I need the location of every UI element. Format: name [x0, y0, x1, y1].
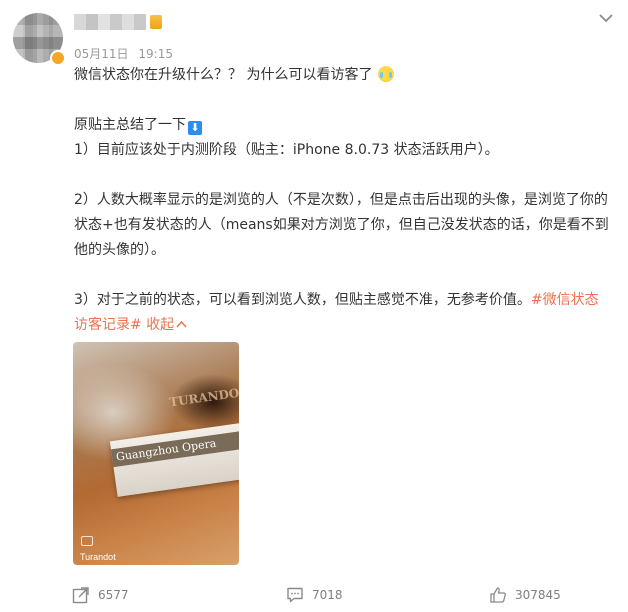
comment-icon	[287, 587, 303, 603]
point-3-text: 3）对于之前的状态，可以看到浏览人数，但贴主感觉不准，无参考价值。	[74, 292, 531, 308]
verified-badge-icon	[50, 50, 66, 66]
post-text: 微信状态你在升级什么？？ 为什么可以看访客了 原贴主总结了一下 ⬇ 1）目前应该处…	[74, 63, 614, 338]
photo-caption: Turandot	[80, 552, 116, 562]
post-photo[interactable]: TURANDOT Guangzhou Opera Turandot	[73, 342, 239, 565]
repost-button[interactable]: 6577	[72, 585, 129, 605]
like-count: 307845	[515, 588, 561, 602]
collapse-label: 收起	[146, 317, 175, 333]
like-button[interactable]: 307845	[489, 585, 561, 605]
collapse-link[interactable]: 收起	[146, 317, 187, 333]
post-point-1: 1）目前应该处于内测阶段（贴主：iPhone 8.0.73 状态活跃用户）。	[74, 142, 499, 158]
post-question: 微信状态你在升级什么？？ 为什么可以看访客了	[74, 67, 373, 83]
post-point-2: 2）人数大概率显示的是浏览的人（不是次数），但是点击后出现的头像，是浏览了你的状…	[74, 192, 609, 258]
summary-intro: 原贴主总结了一下	[74, 117, 186, 133]
username[interactable]	[74, 14, 146, 30]
crying-emoji-icon	[378, 66, 395, 82]
post-line-1: 微信状态你在升级什么？？ 为什么可以看访客了	[74, 63, 614, 88]
comment-count: 7018	[312, 588, 343, 602]
weibo-post-card: 05月11日 19:15 微信状态你在升级什么？？ 为什么可以看访客了 原贴主总…	[0, 0, 628, 612]
post-time[interactable]: 19:15	[138, 47, 173, 61]
repost-count: 6577	[98, 588, 129, 602]
opera-ticket: Guangzhou Opera	[109, 419, 239, 497]
repost-icon	[72, 587, 89, 604]
ticket-band: Guangzhou Opera	[110, 427, 239, 468]
comment-button[interactable]: 7018	[286, 585, 343, 605]
chevron-down-icon[interactable]	[596, 8, 616, 28]
camera-icon	[81, 536, 93, 546]
post-date[interactable]: 05月11日	[74, 47, 129, 61]
down-arrow-icon: ⬇	[188, 121, 202, 135]
user-level-badge-icon	[150, 15, 162, 29]
like-icon	[490, 587, 506, 603]
post-line-2: 原贴主总结了一下 ⬇	[74, 113, 614, 138]
poster-title: TURANDOT	[168, 384, 239, 410]
chevron-up-icon	[176, 320, 187, 328]
post-point-3: 3）对于之前的状态，可以看到浏览人数，但贴主感觉不准，无参考价值。#微信状态 访…	[74, 288, 614, 338]
post-meta: 05月11日 19:15	[74, 45, 173, 62]
